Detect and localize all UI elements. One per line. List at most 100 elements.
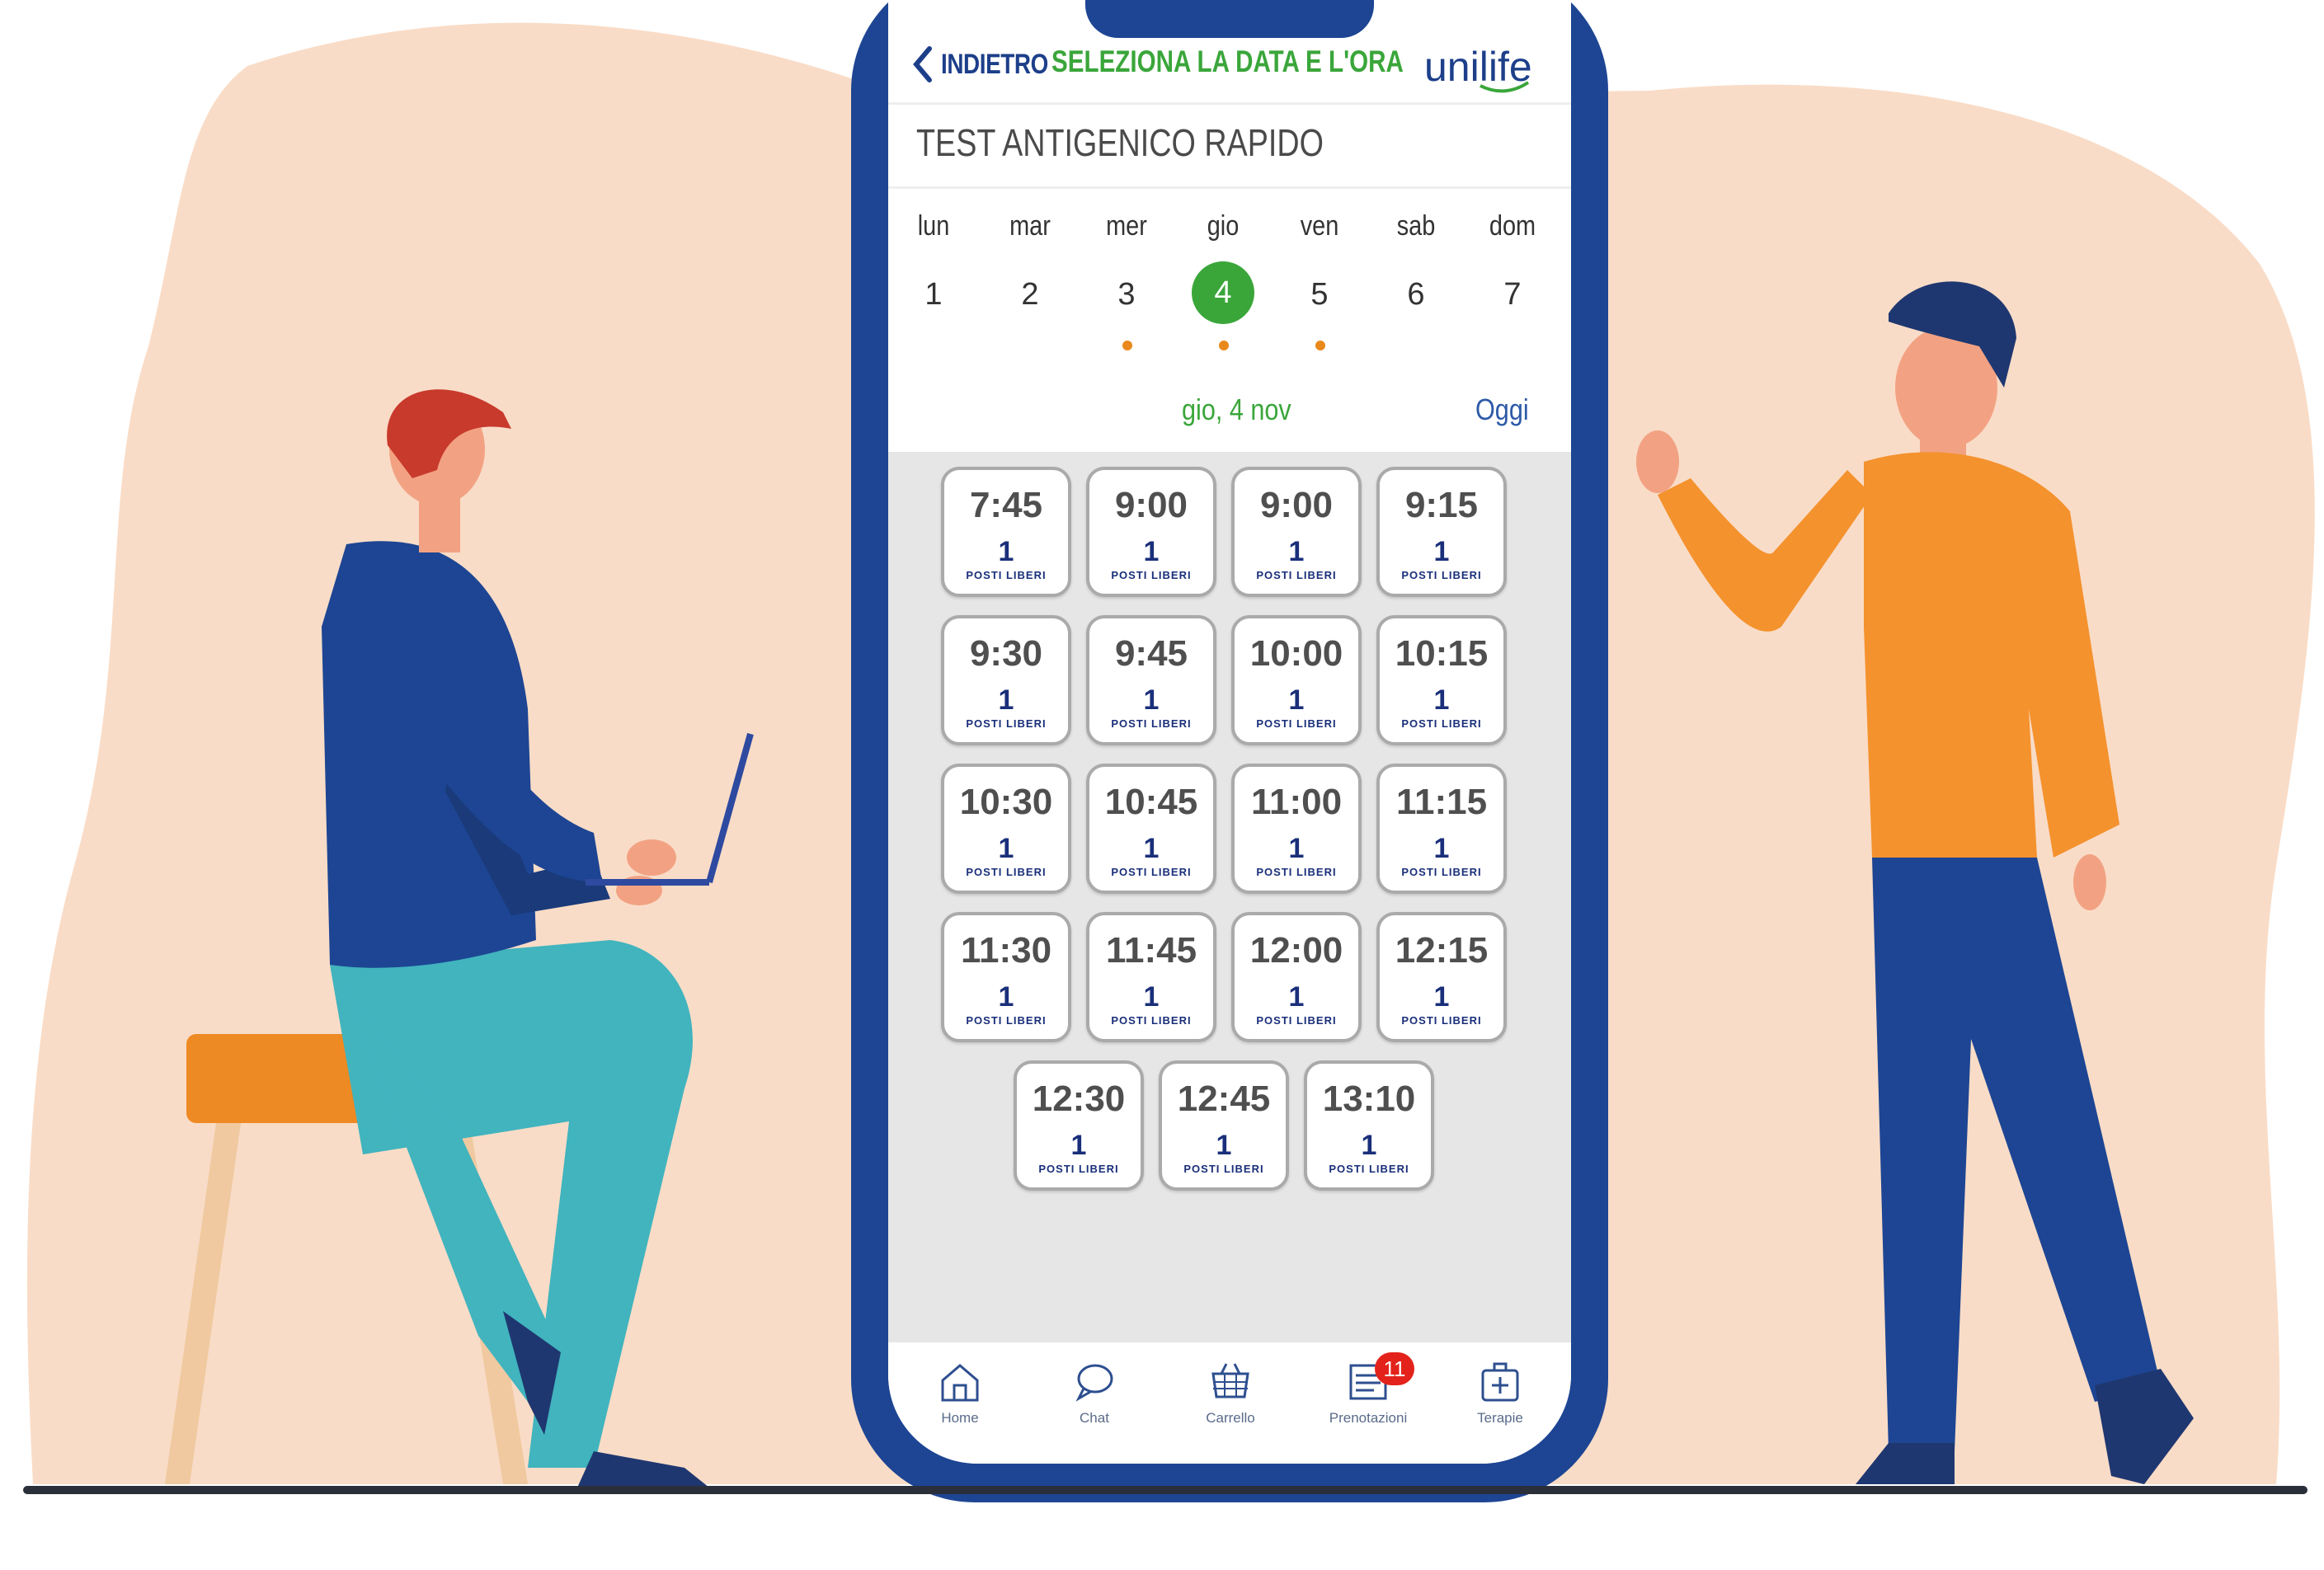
time-slot-button[interactable]: 9:00 1 POSTI LIBERI: [1231, 467, 1362, 597]
time-slot-button[interactable]: 12:30 1 POSTI LIBERI: [1014, 1060, 1144, 1191]
slot-label: POSTI LIBERI: [1111, 717, 1192, 730]
tab-terapie[interactable]: Terapie: [1451, 1357, 1550, 1427]
slot-time: 11:30: [960, 930, 1052, 971]
slot-label: POSTI LIBERI: [1111, 569, 1192, 581]
tab-label: Chat: [1080, 1410, 1109, 1426]
time-slot-button[interactable]: 10:45 1 POSTI LIBERI: [1086, 764, 1216, 894]
slot-label: POSTI LIBERI: [1401, 569, 1482, 581]
time-slot-button[interactable]: 9:30 1 POSTI LIBERI: [941, 615, 1071, 745]
time-slot-button[interactable]: 11:00 1 POSTI LIBERI: [1231, 764, 1362, 894]
slot-count: 1: [1070, 1130, 1087, 1161]
day-number[interactable]: 5: [1295, 270, 1344, 319]
time-slot-button[interactable]: 9:15 1 POSTI LIBERI: [1376, 467, 1507, 597]
selected-date-label: gio, 4 nov: [1182, 392, 1291, 426]
time-slot-button[interactable]: 10:15 1 POSTI LIBERI: [1376, 615, 1507, 745]
slot-time: 10:00: [1249, 633, 1343, 674]
divider: [888, 186, 1571, 189]
time-slot-button[interactable]: 10:30 1 POSTI LIBERI: [941, 764, 1071, 894]
slot-count: 1: [1216, 1130, 1232, 1161]
time-slot-button[interactable]: 11:30 1 POSTI LIBERI: [941, 912, 1071, 1042]
time-slot-button[interactable]: 11:15 1 POSTI LIBERI: [1376, 764, 1507, 894]
time-slot-button[interactable]: 9:00 1 POSTI LIBERI: [1086, 467, 1216, 597]
slot-label: POSTI LIBERI: [966, 717, 1047, 730]
top-bar: INDIETRO SELEZIONA LA DATA E L'ORA unili…: [888, 30, 1571, 99]
time-slot-button[interactable]: 13:10 1 POSTI LIBERI: [1304, 1060, 1434, 1191]
tab-label: Prenotazioni: [1329, 1410, 1408, 1426]
slot-label: POSTI LIBERI: [1111, 1014, 1192, 1027]
time-slot-button[interactable]: 11:45 1 POSTI LIBERI: [1086, 912, 1216, 1042]
tab-chat[interactable]: Chat: [1045, 1357, 1144, 1427]
slot-count: 1: [1288, 536, 1305, 567]
slot-count: 1: [998, 536, 1014, 567]
slot-label: POSTI LIBERI: [1111, 866, 1192, 878]
slot-label: POSTI LIBERI: [1256, 866, 1337, 878]
slot-count: 1: [1143, 684, 1160, 716]
time-slots-grid: 7:45 1 POSTI LIBERI 9:00 1 POSTI LIBERI 9:00 1 P…: [888, 452, 1571, 1342]
slot-time: 10:15: [1395, 633, 1489, 674]
tab-prenotazioni[interactable]: Prenotazioni 11: [1319, 1352, 1418, 1427]
slot-time: 11:15: [1395, 782, 1488, 822]
chevron-left-icon: [913, 46, 932, 82]
notification-badge: 11: [1375, 1352, 1414, 1385]
slot-time: 9:15: [1404, 485, 1479, 525]
time-slot-button[interactable]: 7:45 1 POSTI LIBERI: [941, 467, 1071, 597]
slot-time: 9:00: [1114, 485, 1188, 525]
floor-line: [23, 1486, 2308, 1494]
divider: [888, 102, 1571, 105]
slot-time: 11:00: [1250, 782, 1343, 822]
slot-label: POSTI LIBERI: [1401, 1014, 1482, 1027]
back-label: INDIETRO: [941, 48, 1048, 80]
slot-time: 9:30: [969, 633, 1043, 674]
slot-label: POSTI LIBERI: [1256, 1014, 1337, 1027]
tab-label: Terapie: [1477, 1410, 1523, 1426]
slot-label: POSTI LIBERI: [966, 569, 1047, 581]
slot-label: POSTI LIBERI: [1401, 717, 1482, 730]
slot-time: 7:45: [969, 485, 1043, 525]
tab-carrello[interactable]: Carrello: [1181, 1357, 1280, 1427]
slot-label: POSTI LIBERI: [1183, 1163, 1264, 1175]
slot-label: POSTI LIBERI: [966, 1014, 1047, 1027]
slot-label: POSTI LIBERI: [1256, 569, 1337, 581]
slot-count: 1: [998, 833, 1014, 864]
availability-dot: [1315, 341, 1325, 350]
slot-time: 13:10: [1322, 1079, 1416, 1119]
day-name: dom: [1489, 210, 1536, 242]
day-name: ven: [1300, 210, 1339, 242]
slot-count: 1: [1288, 833, 1305, 864]
day-number[interactable]: 2: [1005, 270, 1055, 319]
slot-count: 1: [998, 684, 1014, 716]
slot-time: 12:30: [1032, 1079, 1126, 1119]
time-slot-button[interactable]: 12:15 1 POSTI LIBERI: [1376, 912, 1507, 1042]
day-name: sab: [1396, 210, 1436, 242]
tab-home[interactable]: Home: [910, 1357, 1009, 1427]
page-title: SELEZIONA LA DATA E L'ORA: [1051, 45, 1404, 78]
day-number[interactable]: 3: [1102, 270, 1151, 319]
day-number[interactable]: 7: [1488, 270, 1537, 319]
day-number-selected[interactable]: 4: [1192, 261, 1254, 324]
day-name: mer: [1106, 210, 1147, 242]
medkit-icon: [1481, 1362, 1519, 1402]
slot-time: 9:00: [1259, 485, 1334, 525]
time-slot-button[interactable]: 10:00 1 POSTI LIBERI: [1231, 615, 1362, 745]
back-button[interactable]: INDIETRO: [906, 44, 1071, 85]
day-number[interactable]: 1: [909, 270, 958, 319]
availability-dot: [1219, 341, 1229, 350]
phone-notch: [1085, 0, 1374, 38]
slot-count: 1: [1433, 684, 1450, 716]
day-name: gio: [1207, 210, 1240, 242]
slot-count: 1: [998, 981, 1014, 1013]
slot-count: 1: [1143, 536, 1160, 567]
time-slot-button[interactable]: 12:00 1 POSTI LIBERI: [1231, 912, 1362, 1042]
slot-count: 1: [1361, 1130, 1377, 1161]
slot-label: POSTI LIBERI: [1401, 866, 1482, 878]
slot-count: 1: [1288, 684, 1305, 716]
slot-time: 11:45: [1105, 930, 1197, 971]
today-button[interactable]: Oggi: [1475, 392, 1529, 427]
time-slot-button[interactable]: 12:45 1 POSTI LIBERI: [1159, 1060, 1289, 1191]
time-slot-button[interactable]: 9:45 1 POSTI LIBERI: [1086, 615, 1216, 745]
service-title: TEST ANTIGENICO RAPIDO: [916, 121, 1324, 164]
day-number[interactable]: 6: [1391, 270, 1441, 319]
day-name: lun: [917, 210, 950, 242]
slot-count: 1: [1288, 981, 1305, 1013]
availability-dot: [1122, 341, 1132, 350]
